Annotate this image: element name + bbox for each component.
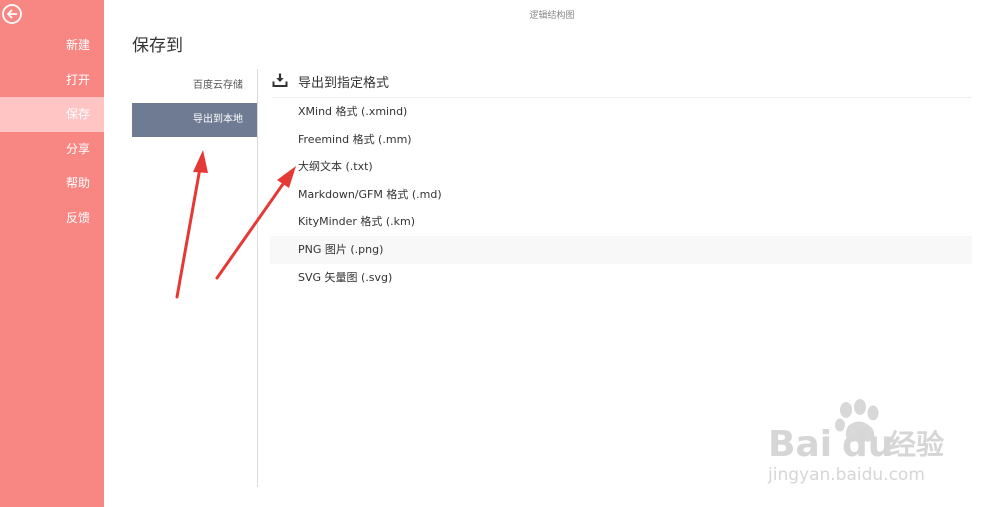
save-destination-menu: 百度云存储 导出到本地	[132, 69, 257, 137]
app-sidebar: 新建 打开 保存 分享 帮助 反馈	[0, 0, 104, 507]
annotation-arrow-to-export-local	[175, 150, 208, 299]
sidebar-item-save[interactable]: 保存	[0, 97, 104, 132]
format-item-txt[interactable]: 大纲文本 (.txt)	[270, 153, 972, 181]
export-section-title: 导出到指定格式	[298, 76, 390, 91]
format-item-png[interactable]: PNG 图片 (.png)	[270, 235, 972, 264]
save-option-export-local[interactable]: 导出到本地	[132, 103, 257, 137]
sidebar-item-help[interactable]: 帮助	[0, 166, 104, 201]
vertical-divider	[257, 69, 258, 487]
save-option-baidu-cloud[interactable]: 百度云存储	[132, 69, 257, 103]
watermark-brand2: du	[842, 424, 893, 465]
export-format-list: XMind 格式 (.xmind) Freemind 格式 (.mm) 大纲文本…	[270, 98, 972, 291]
format-item-freemind[interactable]: Freemind 格式 (.mm)	[270, 126, 972, 154]
format-item-kityminder[interactable]: KityMinder 格式 (.km)	[270, 208, 972, 236]
page-title: 保存到	[132, 36, 183, 56]
watermark-url: jingyan.baidu.com	[767, 465, 925, 485]
window-title: 逻辑结构图	[529, 11, 575, 21]
format-item-svg[interactable]: SVG 矢量图 (.svg)	[270, 264, 972, 292]
watermark-cn: 经验	[888, 428, 944, 461]
sidebar-item-open[interactable]: 打开	[0, 63, 104, 98]
sidebar-item-new[interactable]: 新建	[0, 28, 104, 63]
watermark-brand: Bai	[768, 424, 832, 465]
export-section-header: 导出到指定格式	[272, 70, 972, 98]
format-item-xmind[interactable]: XMind 格式 (.xmind)	[270, 98, 972, 126]
sidebar-item-share[interactable]: 分享	[0, 132, 104, 167]
format-item-markdown[interactable]: Markdown/GFM 格式 (.md)	[270, 181, 972, 209]
baidu-jingyan-watermark: Bai du 经验 jingyan.baidu.com	[767, 399, 944, 485]
download-icon	[272, 73, 288, 87]
sidebar-menu: 新建 打开 保存 分享 帮助 反馈	[0, 28, 104, 235]
sidebar-item-feedback[interactable]: 反馈	[0, 201, 104, 236]
